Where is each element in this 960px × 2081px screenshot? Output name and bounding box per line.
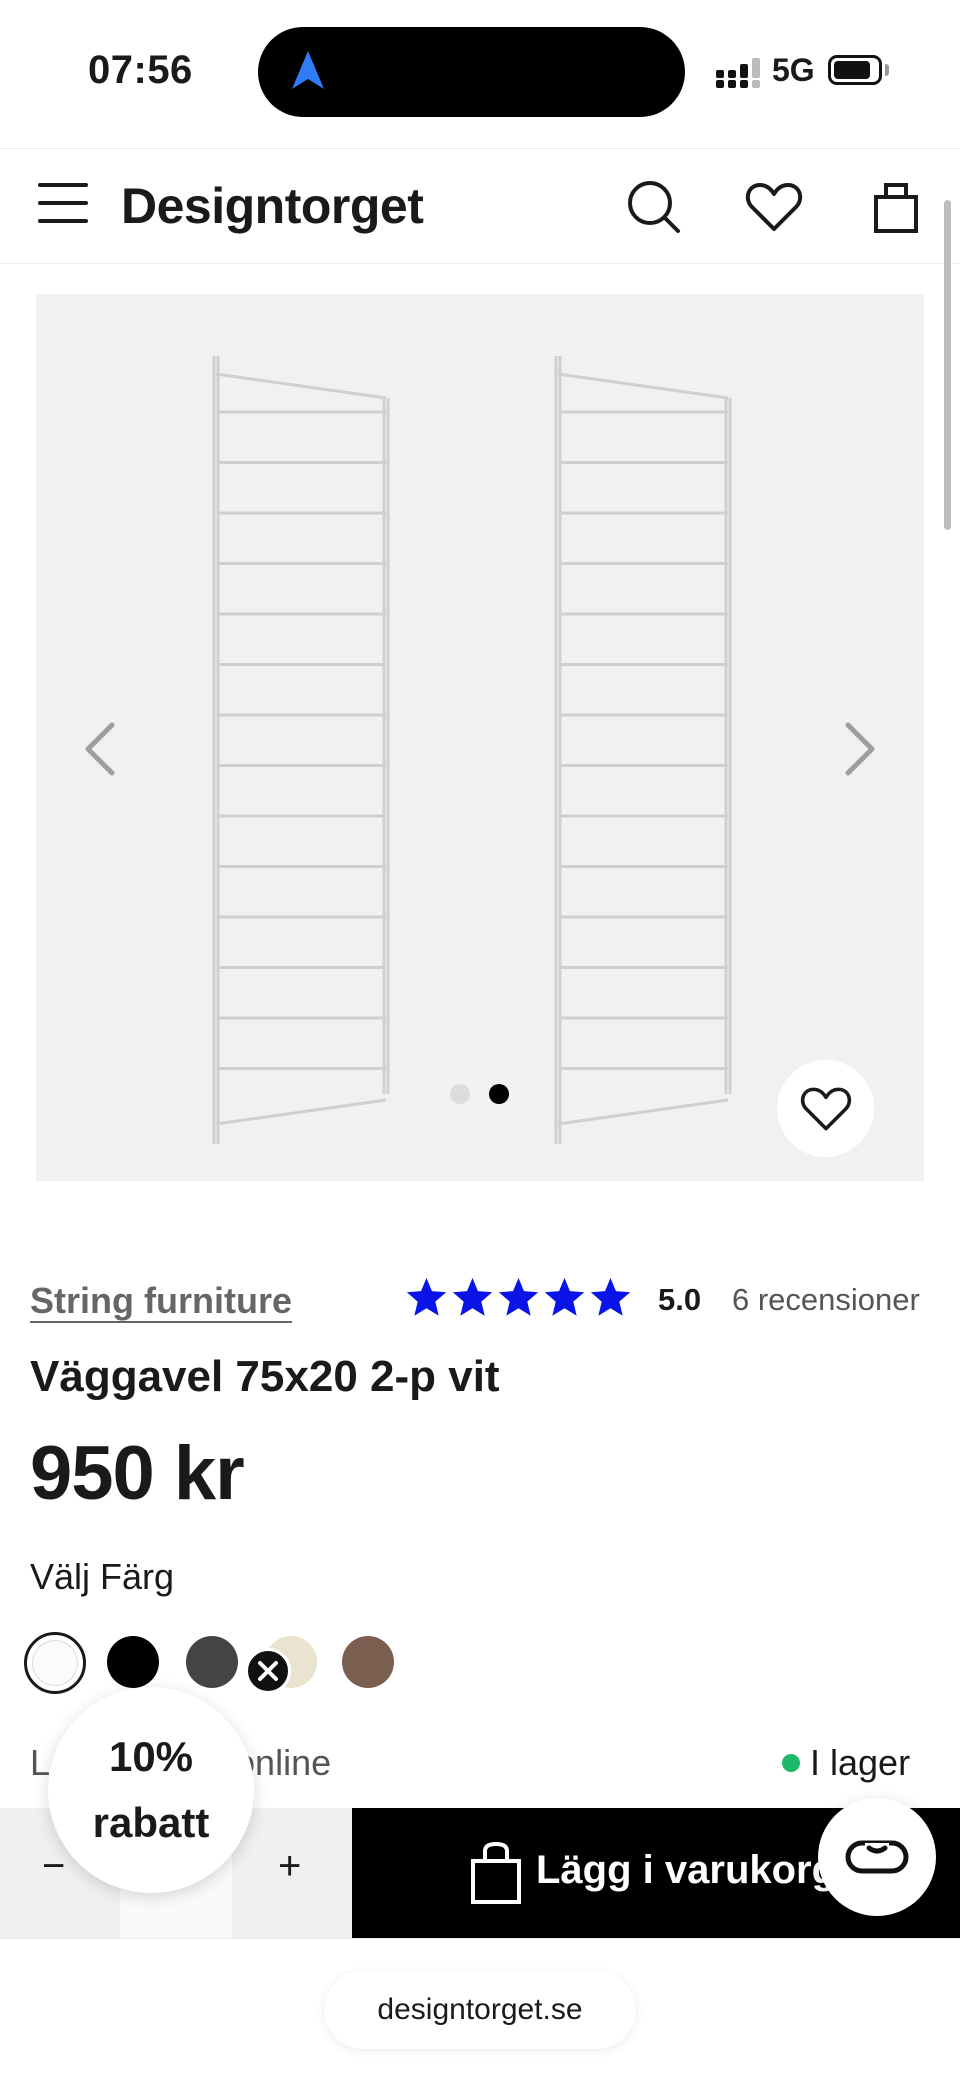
site-header: Designtorget [0,148,960,264]
heart-icon [800,1087,851,1130]
cart-bag-icon[interactable] [868,177,928,237]
color-select-label: Välj Färg [30,1556,175,1597]
star-icon [590,1277,631,1316]
star-icon [498,1277,539,1316]
location-arrow-icon [292,51,324,89]
discount-badge[interactable]: 10% rabatt [48,1687,254,1893]
stock-status: I lager [782,1742,910,1784]
color-swatch-white-selected[interactable] [24,1632,86,1694]
wishlist-heart-icon[interactable] [744,177,804,237]
availability-suffix2: ine [283,1742,332,1783]
wall-panel-image-left [212,356,390,1144]
next-image-arrow-icon[interactable] [840,719,880,779]
color-swatch-dark-grey[interactable] [186,1636,238,1688]
search-icon[interactable] [624,177,684,237]
brand-link[interactable]: String furniture [30,1280,292,1322]
discount-label: rabatt [92,1799,210,1846]
chat-link-icon [845,1840,909,1874]
add-to-cart-label: Lägg i varukorge [536,1848,859,1892]
battery-tip [885,64,889,76]
clock: 07:56 [88,48,193,92]
add-to-wishlist-button[interactable] [777,1060,874,1157]
rating-value: 5.0 [658,1282,702,1317]
stock-label: I lager [810,1742,911,1783]
battery-icon [828,55,882,85]
close-discount-icon[interactable] [245,1648,291,1694]
previous-image-arrow-icon[interactable] [80,719,120,779]
availability-prefix: L [30,1742,51,1783]
browser-bottom-bar: designtorget.se [0,1938,960,2081]
star-icon [406,1277,447,1316]
product-image-gallery[interactable] [36,294,924,1181]
color-swatch-brown[interactable] [342,1636,394,1688]
dynamic-island [258,27,685,117]
in-stock-indicator [782,1754,800,1772]
wall-panel-image-right [554,356,732,1144]
site-logo[interactable]: Designtorget [121,177,424,235]
increase-quantity-button[interactable]: + [278,1844,301,1889]
color-swatch-black[interactable] [107,1636,159,1688]
product-price: 950 kr [30,1431,245,1516]
star-icon [452,1277,493,1316]
carousel-dot-2-active[interactable] [489,1084,509,1104]
shopping-bag-icon [471,1841,521,1904]
rating-stars[interactable] [404,1275,633,1320]
status-bar: 07:56 5G [0,0,960,145]
reviews-link[interactable]: 6 recensioner [732,1282,920,1318]
product-title: Väggavel 75x20 2-p vit [30,1352,500,1401]
carousel-dot-1[interactable] [450,1084,470,1104]
discount-percent: 10% [108,1733,194,1780]
network-type: 5G [772,52,815,88]
decrease-quantity-button[interactable]: − [42,1844,65,1889]
signal-icon [716,58,760,88]
hamburger-menu-icon[interactable] [38,183,90,227]
page-scrollbar[interactable] [944,200,951,530]
chat-widget-button[interactable] [818,1798,936,1916]
star-icon [544,1277,585,1316]
browser-url-bar[interactable]: designtorget.se [324,1971,636,2049]
